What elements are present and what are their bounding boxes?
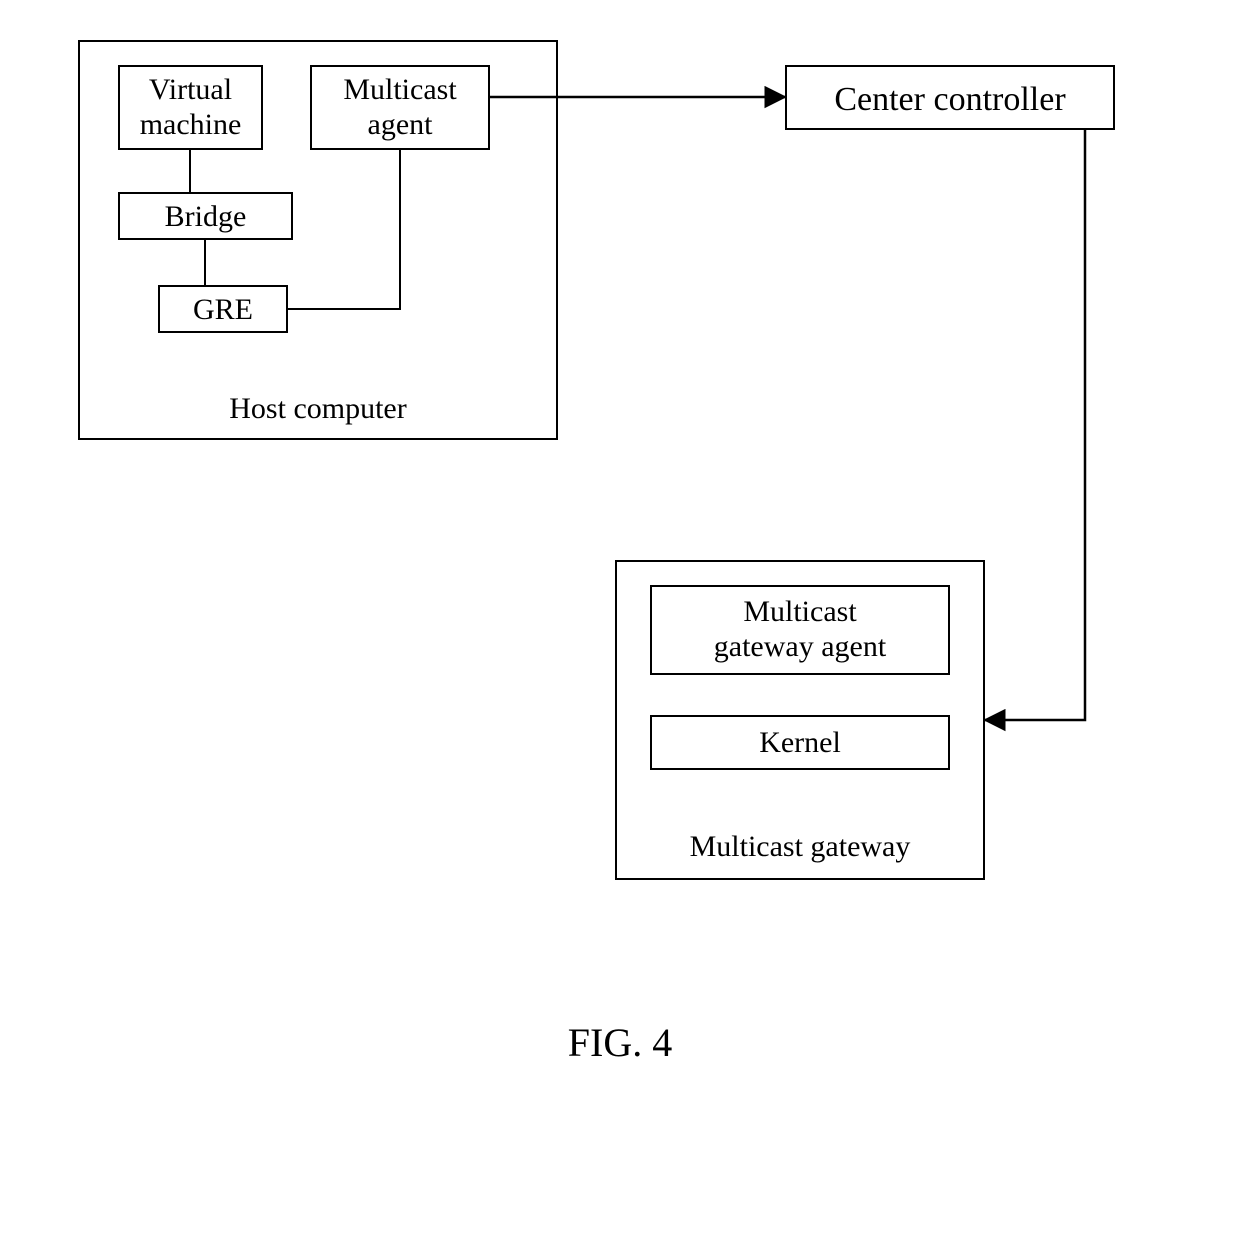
host-computer-label: Host computer [78, 392, 558, 427]
multicast-gateway-label: Multicast gateway [615, 830, 985, 865]
center-controller-label: Center controller [785, 80, 1115, 119]
figure-caption: FIG. 4 [0, 1020, 1240, 1066]
gre-label: GRE [158, 293, 288, 328]
multicast-gateway-agent-label: Multicast gateway agent [650, 595, 950, 664]
virtual-machine-label: Virtual machine [118, 73, 263, 142]
kernel-label: Kernel [650, 726, 950, 761]
multicast-agent-label: Multicast agent [310, 73, 490, 142]
bridge-label: Bridge [118, 200, 293, 235]
